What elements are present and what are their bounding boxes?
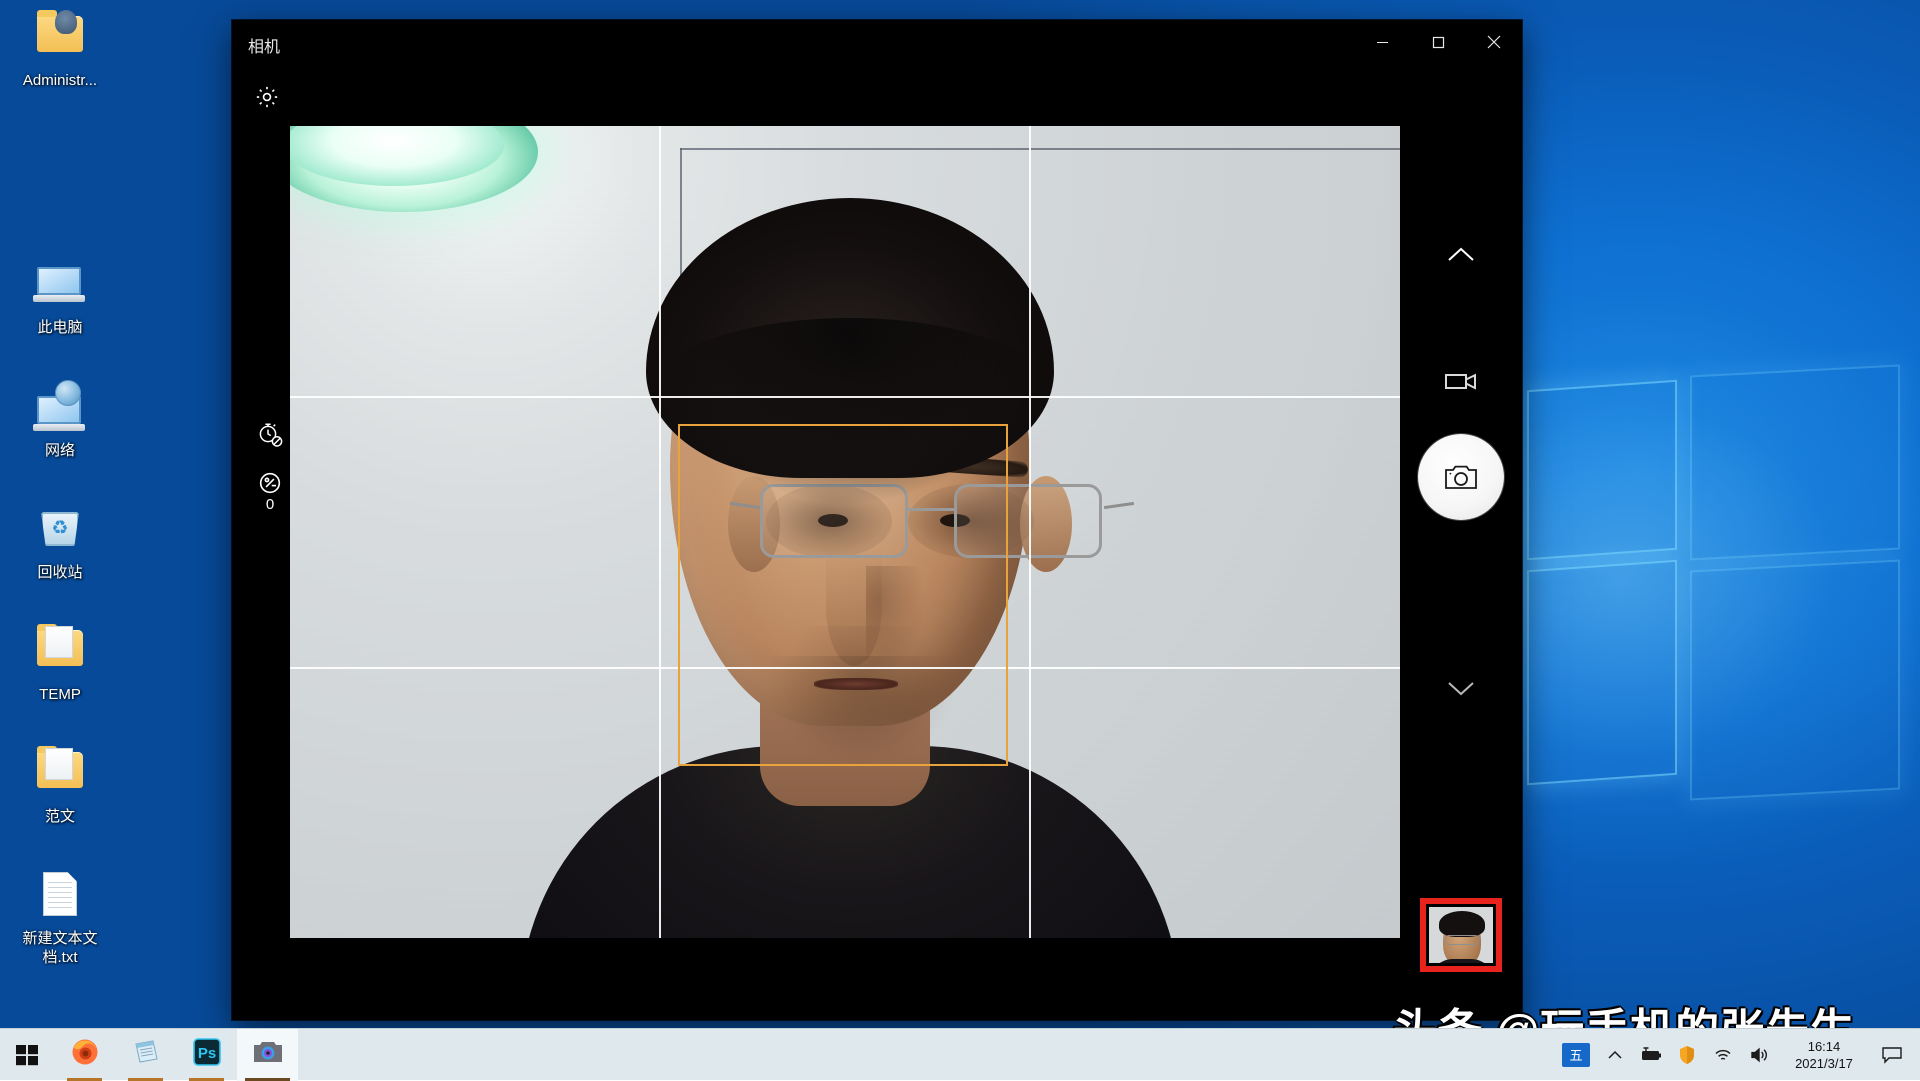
desktop-icon-label: 范文 [43, 807, 77, 826]
clock-date: 2021/3/17 [1795, 1055, 1853, 1072]
grid-line-vertical [659, 126, 661, 938]
ime-indicator[interactable]: 五 [1562, 1043, 1590, 1067]
battery-icon[interactable] [1634, 1029, 1668, 1081]
recycle-bin-icon [31, 500, 89, 558]
notepad-icon [131, 1037, 161, 1072]
taskbar-item-camera[interactable] [237, 1029, 298, 1081]
taskbar[interactable]: Ps 五 [0, 1028, 1920, 1080]
volume-icon[interactable] [1742, 1029, 1776, 1081]
face-detection-box [678, 424, 1008, 766]
folder-icon [31, 622, 89, 680]
taskbar-item-photoshop[interactable]: Ps [176, 1029, 237, 1081]
start-button[interactable] [0, 1029, 54, 1081]
gallery-thumbnail-button[interactable] [1420, 898, 1502, 972]
minimize-button[interactable] [1354, 20, 1410, 64]
this-pc-icon [31, 255, 89, 313]
wallpaper-pane [1527, 380, 1677, 560]
camera-controls-rail [1400, 64, 1522, 1020]
desktop-icon-label: 新建文本文档.txt [8, 929, 112, 967]
desktop-icon-recycle-bin[interactable]: 回收站 [8, 500, 112, 582]
taskbar-item-notepad[interactable] [115, 1029, 176, 1081]
desktop-icon-label: TEMP [37, 685, 83, 704]
desktop-icon-temp[interactable]: TEMP [8, 622, 112, 704]
chevron-down-icon[interactable] [1431, 658, 1491, 718]
chevron-up-icon[interactable] [1431, 225, 1491, 285]
desktop-icon-fanwen[interactable]: 范文 [8, 744, 112, 826]
show-hidden-icons-button[interactable] [1598, 1029, 1632, 1081]
network-wifi-icon[interactable] [1706, 1029, 1740, 1081]
desktop-icon-label: 回收站 [35, 563, 84, 582]
taskbar-item-firefox[interactable] [54, 1029, 115, 1081]
maximize-button[interactable] [1410, 20, 1466, 64]
clock-time: 16:14 [1808, 1038, 1841, 1055]
camera-window[interactable]: 相机 0 [232, 20, 1522, 1020]
whiteboard-edge [680, 148, 1400, 150]
camera-viewfinder[interactable] [290, 126, 1400, 938]
system-tray[interactable]: 五 [1562, 1029, 1920, 1081]
grid-line-horizontal [290, 396, 1400, 398]
folder-icon [31, 744, 89, 802]
photoshop-icon: Ps [192, 1037, 222, 1072]
grid-line-vertical [1029, 126, 1031, 938]
desktop-icon-label: 此电脑 [35, 318, 84, 337]
close-button[interactable] [1466, 20, 1522, 64]
shutter-button[interactable] [1418, 434, 1504, 520]
camera-icon [253, 1039, 283, 1070]
desktop-icon-network[interactable]: 网络 [8, 378, 112, 460]
desktop-icon-administrator[interactable]: Administr... [8, 8, 112, 90]
desktop-icon-this-pc[interactable]: 此电脑 [8, 255, 112, 337]
settings-gear-icon[interactable] [248, 78, 286, 116]
desktop-icon-new-text-document[interactable]: 新建文本文档.txt [8, 866, 112, 967]
exposure-compensation-control[interactable]: 0 [244, 460, 296, 522]
taskbar-clock[interactable]: 16:14 2021/3/17 [1778, 1029, 1870, 1081]
window-title: 相机 [248, 33, 280, 57]
video-mode-button[interactable] [1431, 351, 1491, 411]
desktop-icon-label: 网络 [43, 441, 77, 460]
network-icon [31, 378, 89, 436]
svg-text:Ps: Ps [197, 1045, 215, 1062]
security-shield-icon[interactable] [1670, 1029, 1704, 1081]
desktop-icon-label: Administr... [21, 71, 99, 90]
last-photo-thumbnail [1429, 907, 1493, 963]
firefox-icon [70, 1037, 100, 1072]
wallpaper-pane [1527, 560, 1677, 785]
timer-off-icon[interactable] [244, 408, 296, 460]
text-file-icon [31, 866, 89, 924]
exposure-value: 0 [266, 498, 274, 512]
notifications-button[interactable] [1872, 1029, 1912, 1081]
window-titlebar[interactable]: 相机 [232, 20, 1522, 64]
wallpaper-pane [1690, 364, 1900, 560]
wallpaper-pane [1690, 559, 1900, 800]
user-folder-icon [31, 8, 89, 66]
